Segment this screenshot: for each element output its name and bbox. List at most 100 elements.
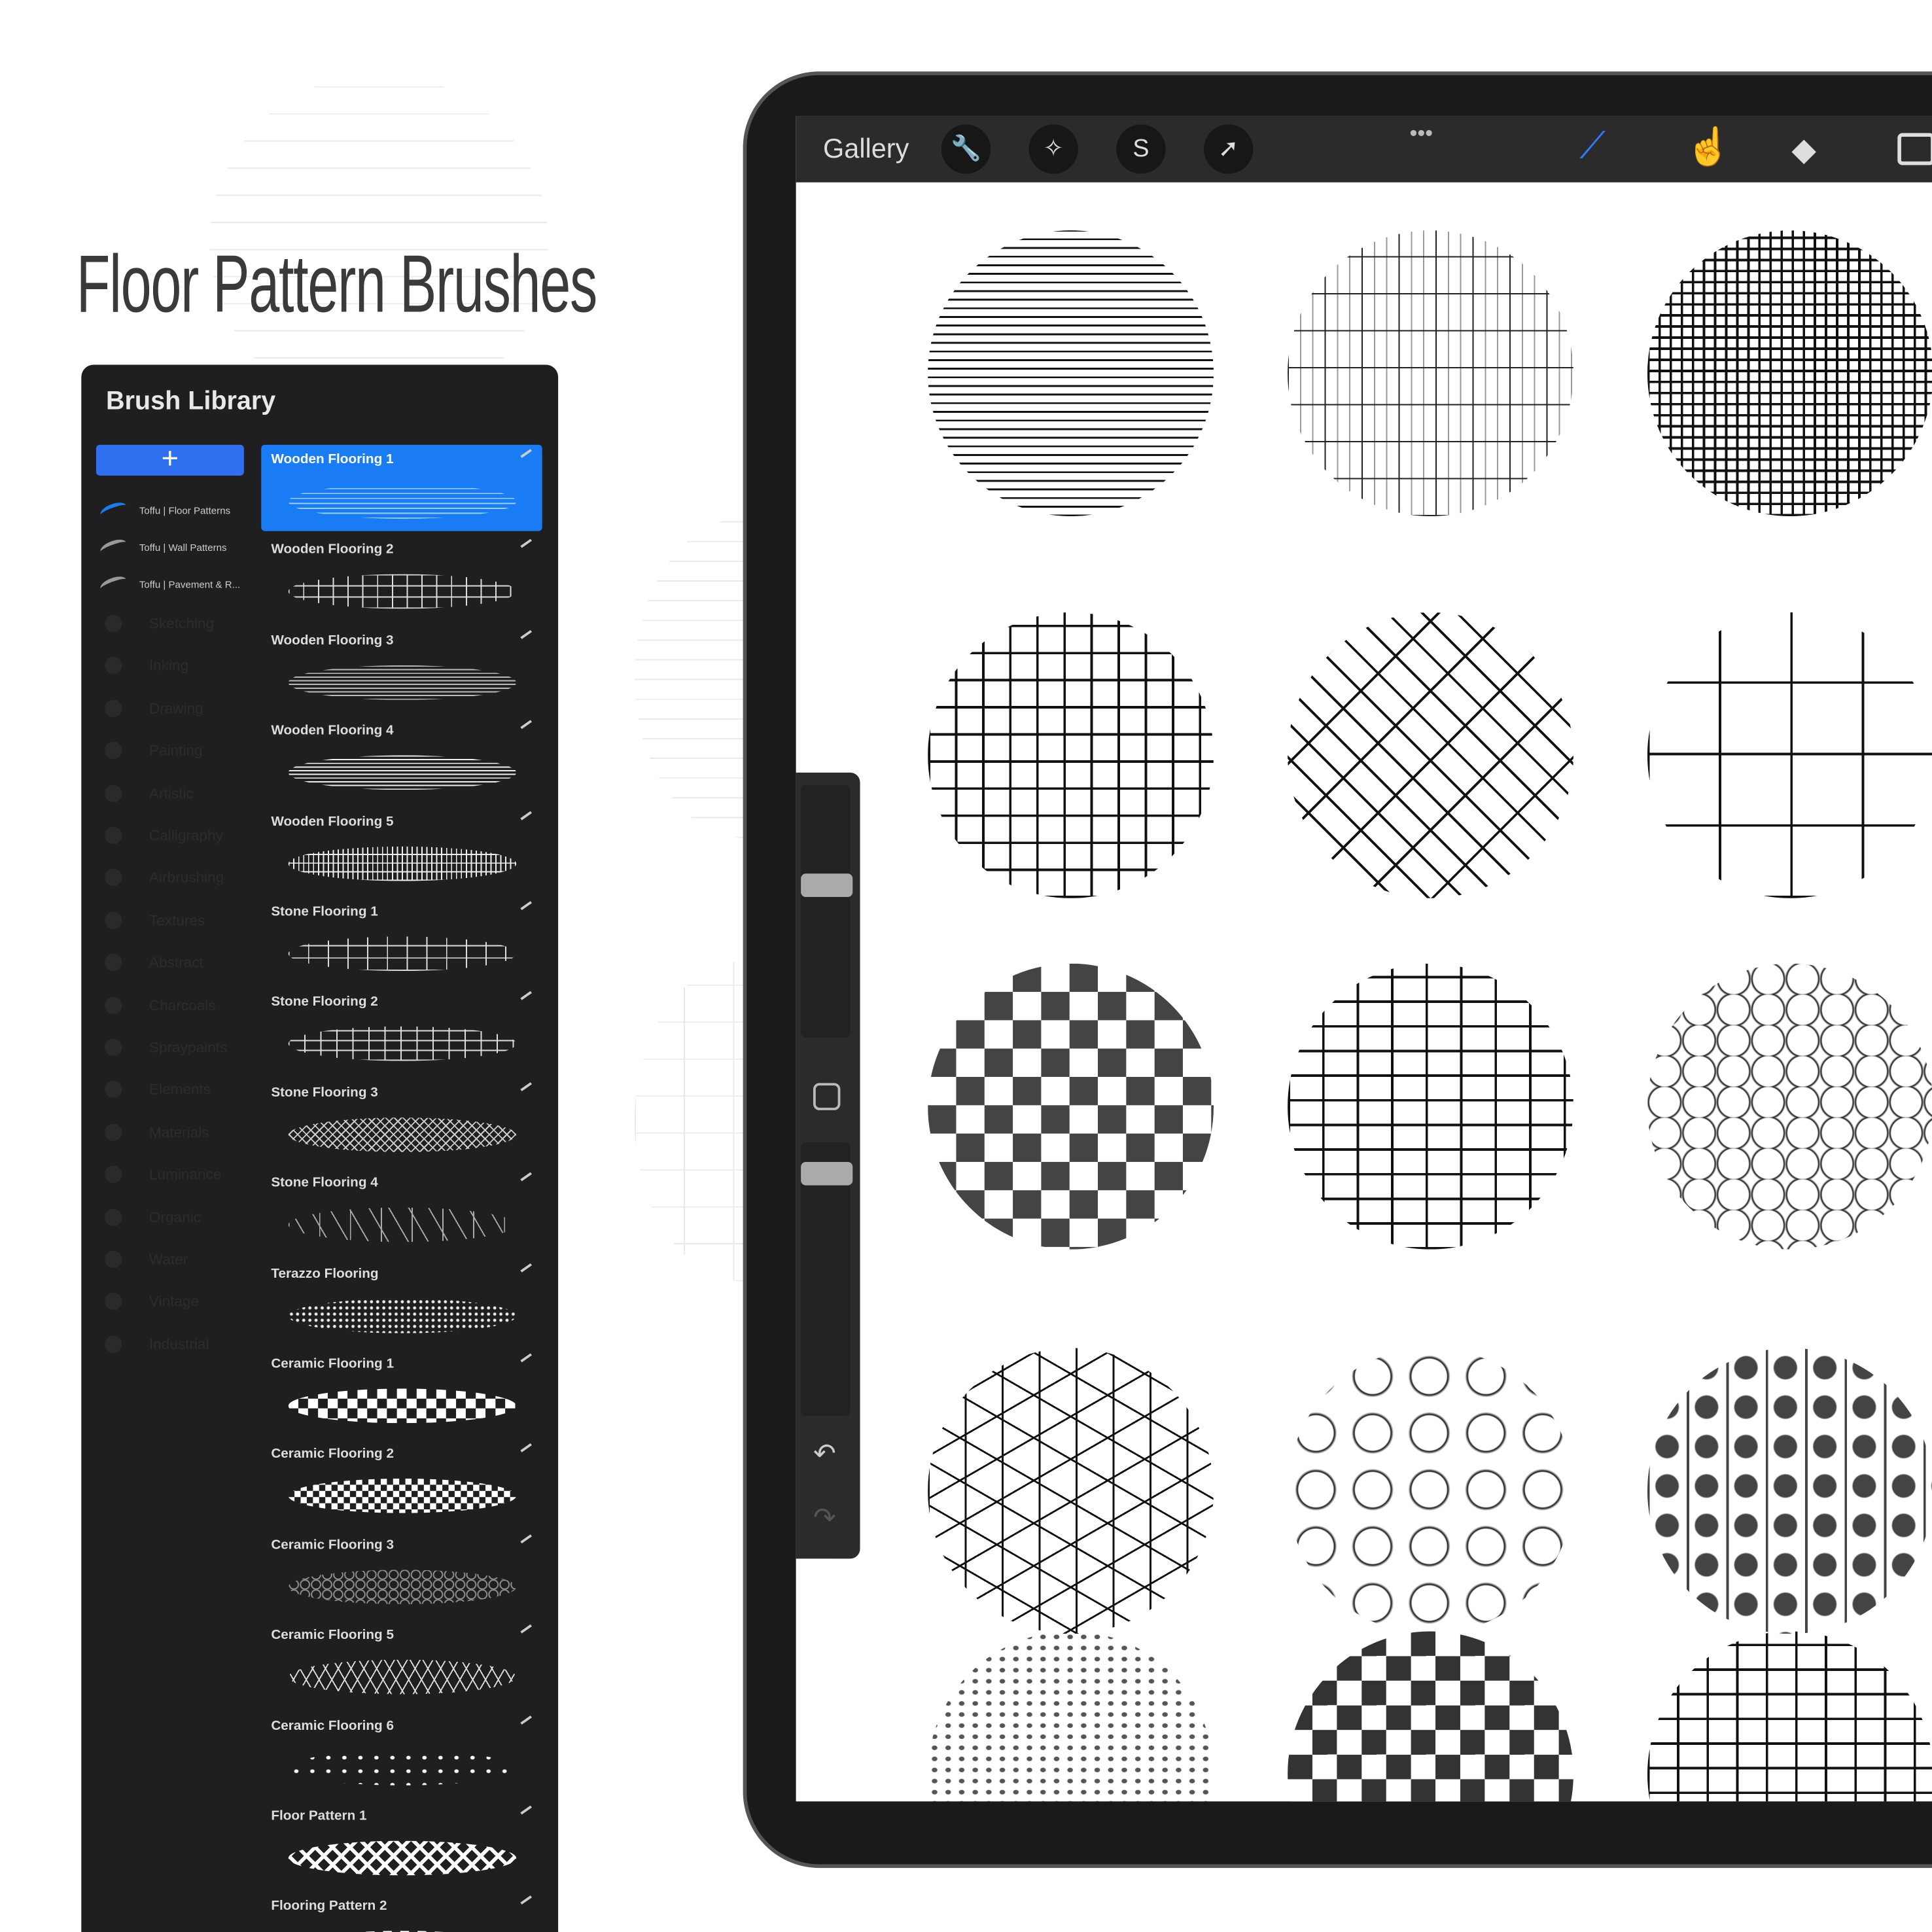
brush-set-item[interactable]: Spraypaints xyxy=(96,1031,250,1063)
pattern-swatch xyxy=(928,963,1214,1250)
selection-icon[interactable]: S xyxy=(1116,124,1166,174)
brush-set-label: Calligraphy xyxy=(149,826,223,845)
brush-set-icon xyxy=(105,1081,122,1098)
brush-item[interactable]: Terazzo Flooring xyxy=(261,1259,542,1345)
brush-item[interactable]: Ceramic Flooring 5 xyxy=(261,1621,542,1707)
brush-item[interactable]: Stone Flooring 3 xyxy=(261,1078,542,1165)
brush-item[interactable]: Stone Flooring 4 xyxy=(261,1168,542,1255)
brush-library-panel: Brush Library + Toffu | Floor Patterns To… xyxy=(81,364,559,1932)
brush-name: Stone Flooring 3 xyxy=(271,1085,378,1100)
side-slider-bar: ↶ ↷ xyxy=(796,772,860,1559)
opacity-handle[interactable] xyxy=(801,1161,853,1186)
brush-set-item[interactable]: Charcoals xyxy=(96,989,250,1021)
brush-stroke-preview xyxy=(288,755,517,790)
redo-icon[interactable]: ↷ xyxy=(813,1502,836,1534)
wrench-icon[interactable]: 🔧 xyxy=(941,124,991,174)
brush-pen-icon xyxy=(520,449,532,458)
brush-set-label: Airbrushing xyxy=(149,869,224,887)
brush-set-item[interactable]: Industrial xyxy=(96,1328,250,1360)
brush-item[interactable]: Ceramic Flooring 2 xyxy=(261,1439,542,1526)
brush-set-label: Drawing xyxy=(149,699,203,717)
brush-stroke-preview xyxy=(288,574,517,610)
brush-pen-icon xyxy=(520,1081,532,1091)
top-toolbar: Gallery 🔧 ✧ S ➚ ••• ⟋ ☝ ◆ xyxy=(796,116,1932,183)
add-brush-set-button[interactable]: + xyxy=(96,444,244,476)
pattern-swatch xyxy=(1647,963,1932,1250)
brush-set-item[interactable]: Toffu | Wall Patterns xyxy=(96,531,250,563)
pattern-swatch xyxy=(928,1348,1214,1634)
brush-set-icon xyxy=(105,954,122,972)
brush-name: Ceramic Flooring 3 xyxy=(271,1537,394,1553)
brush-item[interactable]: Wooden Flooring 2 xyxy=(261,535,542,622)
transform-arrow-icon[interactable]: ➚ xyxy=(1203,124,1254,174)
modify-button[interactable] xyxy=(813,1083,841,1110)
magic-wand-icon[interactable]: ✧ xyxy=(1028,124,1078,174)
brush-set-label: Toffu | Wall Patterns xyxy=(139,541,227,553)
brush-set-label: Industrial xyxy=(149,1335,209,1353)
gallery-button[interactable]: Gallery xyxy=(823,133,909,165)
brush-name: Stone Flooring 2 xyxy=(271,994,378,1010)
brush-set-item[interactable]: Drawing xyxy=(96,692,250,724)
pattern-swatch xyxy=(928,230,1214,517)
brush-name: Ceramic Flooring 6 xyxy=(271,1718,394,1734)
brush-pen-icon xyxy=(520,1715,532,1725)
smudge-icon[interactable]: ☝ xyxy=(1685,126,1731,169)
brush-set-item[interactable]: Elements xyxy=(96,1074,250,1106)
brush-set-icon xyxy=(105,784,122,802)
brush-pen-icon xyxy=(520,1625,532,1634)
brush-stroke-preview xyxy=(288,1750,517,1785)
brush-item[interactable]: Ceramic Flooring 3 xyxy=(261,1530,542,1617)
layers-icon[interactable] xyxy=(1897,133,1932,166)
brush-name: Ceramic Flooring 1 xyxy=(271,1356,394,1372)
pattern-swatch xyxy=(1647,1631,1932,1802)
brush-set-item[interactable]: Sketching xyxy=(96,607,250,639)
brush-set-item[interactable]: Painting xyxy=(96,735,250,767)
brush-set-item[interactable]: Calligraphy xyxy=(96,819,250,851)
brush-stroke-preview xyxy=(288,1388,517,1424)
brush-set-item[interactable]: Vintage xyxy=(96,1286,250,1318)
brush-stroke-preview xyxy=(288,936,517,972)
brush-set-item[interactable]: Textures xyxy=(96,904,250,936)
brush-stroke-preview xyxy=(288,1207,517,1242)
brush-item[interactable]: Ceramic Flooring 1 xyxy=(261,1349,542,1435)
brush-set-item[interactable]: Water xyxy=(96,1243,250,1275)
brush-set-item[interactable]: Organic xyxy=(96,1201,250,1233)
brush-item[interactable]: Ceramic Flooring 6 xyxy=(261,1711,542,1797)
brush-pen-icon xyxy=(520,1172,532,1182)
brush-pen-icon xyxy=(520,1895,532,1905)
brush-set-label: Water xyxy=(149,1250,188,1268)
brush-item[interactable]: Floor Pattern 1 xyxy=(261,1801,542,1888)
brush-set-item[interactable]: Toffu | Pavement & R... xyxy=(96,568,250,600)
brush-set-label: Abstract xyxy=(149,954,203,972)
undo-icon[interactable]: ↶ xyxy=(813,1438,836,1470)
brush-set-icon xyxy=(105,911,122,929)
brush-item[interactable]: Flooring Pattern 2 xyxy=(261,1892,542,1932)
brush-set-item[interactable]: Toffu | Floor Patterns xyxy=(96,494,250,526)
brush-item[interactable]: Stone Flooring 2 xyxy=(261,987,542,1074)
brush-item[interactable]: Wooden Flooring 5 xyxy=(261,807,542,893)
brush-size-slider[interactable] xyxy=(801,784,851,1038)
brush-set-item[interactable]: Abstract xyxy=(96,947,250,979)
brush-set-item[interactable]: Airbrushing xyxy=(96,862,250,894)
brush-set-label: Vintage xyxy=(149,1293,200,1310)
brush-set-item[interactable]: Artistic xyxy=(96,777,250,809)
brush-set-label: Elements xyxy=(149,1081,211,1098)
brush-item[interactable]: Wooden Flooring 4 xyxy=(261,716,542,803)
page: Floor Pattern Brushes Brush Library + To… xyxy=(0,0,1932,1932)
brush-item[interactable]: Wooden Flooring 1 xyxy=(261,444,542,531)
brush-item[interactable]: Stone Flooring 1 xyxy=(261,897,542,983)
brush-pen-icon xyxy=(520,811,532,820)
brush-set-icon xyxy=(105,1123,122,1141)
eraser-icon[interactable]: ◆ xyxy=(1791,131,1816,169)
brush-set-label: Spraypaints xyxy=(149,1038,228,1056)
brush-set-icon xyxy=(105,1293,122,1310)
brush-icon[interactable]: ⟋ xyxy=(1579,126,1606,167)
brush-size-handle[interactable] xyxy=(801,873,853,898)
brush-set-label: Materials xyxy=(149,1123,209,1141)
brush-item[interactable]: Wooden Flooring 3 xyxy=(261,625,542,712)
brush-set-item[interactable]: Luminance xyxy=(96,1159,250,1191)
brush-set-item[interactable]: Inking xyxy=(96,650,250,682)
page-title: Floor Pattern Brushes xyxy=(76,237,598,329)
more-options-button[interactable]: ••• xyxy=(1409,121,1433,147)
brush-set-item[interactable]: Materials xyxy=(96,1116,250,1148)
